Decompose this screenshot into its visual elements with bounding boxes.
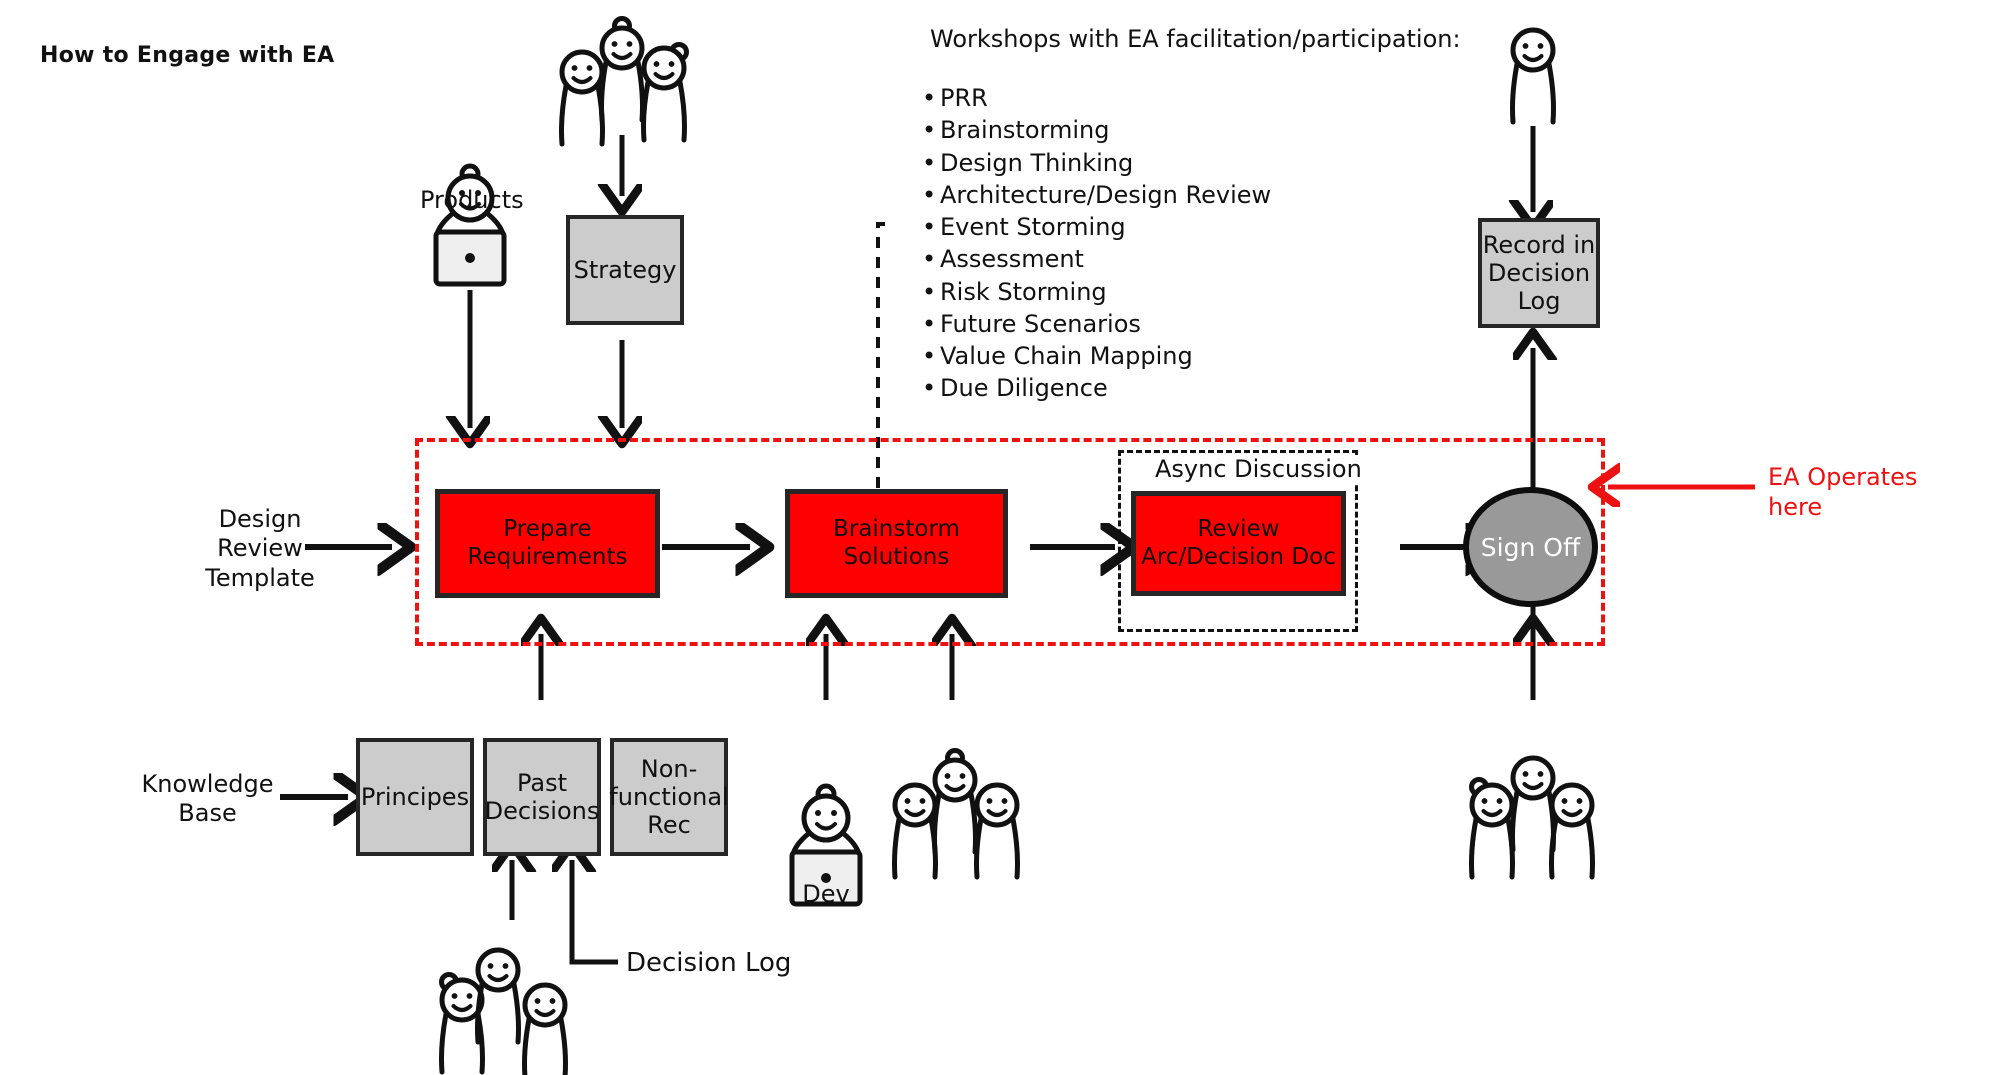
- review-arc-decision-doc-step[interactable]: Review Arc/Decision Doc: [1131, 491, 1346, 596]
- dev-label: Dev: [802, 880, 850, 908]
- decision-log-label: Decision Log: [626, 948, 792, 978]
- prepare-requirements-step[interactable]: Prepare Requirements: [435, 489, 660, 598]
- knowledge-base-label: Knowledge Base: [141, 770, 274, 828]
- people-group-signoff: [1472, 758, 1593, 877]
- decision-log-elbow-connector: [569, 920, 618, 965]
- principes-box[interactable]: Principes: [356, 738, 474, 856]
- brainstorm-solutions-step[interactable]: Brainstorm Solutions: [785, 489, 1008, 598]
- diagram-canvas: How to Engage with EA Workshops with EA …: [0, 0, 2000, 1075]
- stakeholders-top-group: [562, 19, 687, 145]
- ea-operates-here-label: EA Operates here: [1768, 463, 1918, 521]
- products-person-icon: [436, 166, 504, 284]
- strategy-box[interactable]: Strategy: [566, 215, 684, 325]
- record-in-decision-log-box[interactable]: Record in Decision Log: [1478, 218, 1600, 328]
- sign-off-node[interactable]: Sign Off: [1463, 487, 1598, 607]
- past-decisions-box[interactable]: Past Decisions: [483, 738, 601, 856]
- non-functional-rec-box[interactable]: Non- functional Rec: [609, 738, 729, 856]
- products-label: Products: [420, 186, 524, 214]
- async-discussion-label: Async Discussion: [1147, 455, 1370, 483]
- people-group-brainstorm: [895, 751, 1018, 878]
- ea-person-icon: [1513, 30, 1554, 122]
- people-group-decision-log: [442, 950, 566, 1075]
- design-review-template-label: Design Review Template: [205, 505, 315, 592]
